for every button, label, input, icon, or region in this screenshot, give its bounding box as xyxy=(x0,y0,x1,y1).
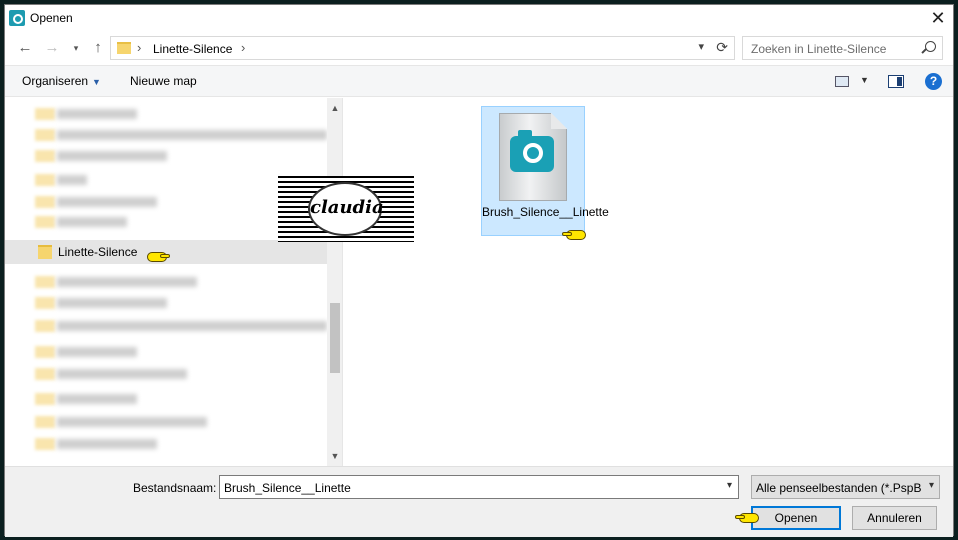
hand-pointer-icon xyxy=(735,511,763,525)
view-dropdown-icon[interactable]: ▼ xyxy=(860,75,869,85)
organize-label: Organiseren xyxy=(22,74,89,88)
watermark-logo: claudia xyxy=(308,182,384,236)
filename-input[interactable]: Brush_Silence__Linette ▾ xyxy=(219,475,739,499)
chevron-down-icon: ▼ xyxy=(92,77,101,87)
app-icon xyxy=(9,10,25,26)
refresh-icon[interactable]: ⟳ xyxy=(716,39,728,56)
folder-icon xyxy=(38,245,52,259)
cancel-button[interactable]: Annuleren xyxy=(852,506,937,530)
nav-scrollbar[interactable]: ▲ ▼ xyxy=(327,98,342,466)
chevron-down-icon: ▾ xyxy=(928,480,934,491)
file-item[interactable]: Brush_Silence__Linette xyxy=(481,106,609,236)
filename-value: Brush_Silence__Linette xyxy=(224,481,351,495)
breadcrumb-current[interactable]: Linette-Silence xyxy=(153,42,232,56)
organize-button[interactable]: Organiseren ▼ xyxy=(22,74,101,88)
recent-locations-chevron-icon[interactable]: ▾ xyxy=(66,38,86,58)
close-button[interactable]: ✕ xyxy=(927,7,949,29)
search-icon[interactable] xyxy=(925,41,936,52)
psp-brush-file-icon xyxy=(499,113,567,201)
scroll-thumb[interactable] xyxy=(330,303,340,373)
search-placeholder: Zoeken in Linette-Silence xyxy=(751,42,887,56)
open-button[interactable]: Openen xyxy=(751,506,841,530)
chevron-down-icon[interactable]: ▾ xyxy=(727,480,732,491)
help-icon[interactable]: ? xyxy=(925,73,942,90)
open-dialog: Openen ✕ ← → ▾ ↑ › Linette-Silence › ▾ ⟳… xyxy=(4,4,954,537)
watermark-text: claudia xyxy=(310,197,384,218)
scroll-up-icon[interactable]: ▲ xyxy=(327,100,342,116)
breadcrumb-chevron-icon[interactable]: › xyxy=(137,40,141,55)
forward-arrow-icon[interactable]: → xyxy=(42,38,62,58)
dialog-footer: Bestandsnaam: Brush_Silence__Linette ▾ A… xyxy=(5,466,953,537)
view-options-icon[interactable] xyxy=(835,76,849,87)
new-folder-button[interactable]: Nieuwe map xyxy=(130,74,197,88)
up-arrow-icon[interactable]: ↑ xyxy=(88,38,108,58)
file-list[interactable]: Brush_Silence__Linette xyxy=(344,98,953,466)
command-bar: Organiseren ▼ Nieuwe map ▼ ? xyxy=(5,65,953,97)
address-row: ← → ▾ ↑ › Linette-Silence › ▾ ⟳ Zoeken i… xyxy=(5,35,953,61)
title-bar: Openen ✕ xyxy=(5,5,953,31)
preview-pane-icon[interactable] xyxy=(888,75,904,88)
hand-pointer-icon xyxy=(562,228,590,242)
breadcrumb-chevron-icon[interactable]: › xyxy=(241,40,245,55)
search-box[interactable]: Zoeken in Linette-Silence xyxy=(742,36,943,60)
navigation-pane[interactable]: Linette-Silence ▲ ▼ xyxy=(5,98,343,466)
file-name: Brush_Silence__Linette xyxy=(482,205,609,219)
back-arrow-icon[interactable]: ← xyxy=(15,38,35,58)
filetype-value: Alle penseelbestanden (*.PspBr xyxy=(756,481,922,495)
camera-icon xyxy=(510,130,554,172)
window-title: Openen xyxy=(30,11,73,25)
filetype-select[interactable]: Alle penseelbestanden (*.PspBr ▾ xyxy=(751,475,940,499)
address-dropdown-icon[interactable]: ▾ xyxy=(698,40,704,53)
nav-item-label: Linette-Silence xyxy=(58,245,138,259)
claudia-watermark: claudia xyxy=(278,176,414,242)
address-bar[interactable]: › Linette-Silence › ▾ ⟳ xyxy=(110,36,735,60)
folder-icon xyxy=(117,42,131,54)
scroll-down-icon[interactable]: ▼ xyxy=(327,448,342,464)
filename-label: Bestandsnaam: xyxy=(133,481,217,495)
hand-pointer-icon xyxy=(143,250,171,264)
